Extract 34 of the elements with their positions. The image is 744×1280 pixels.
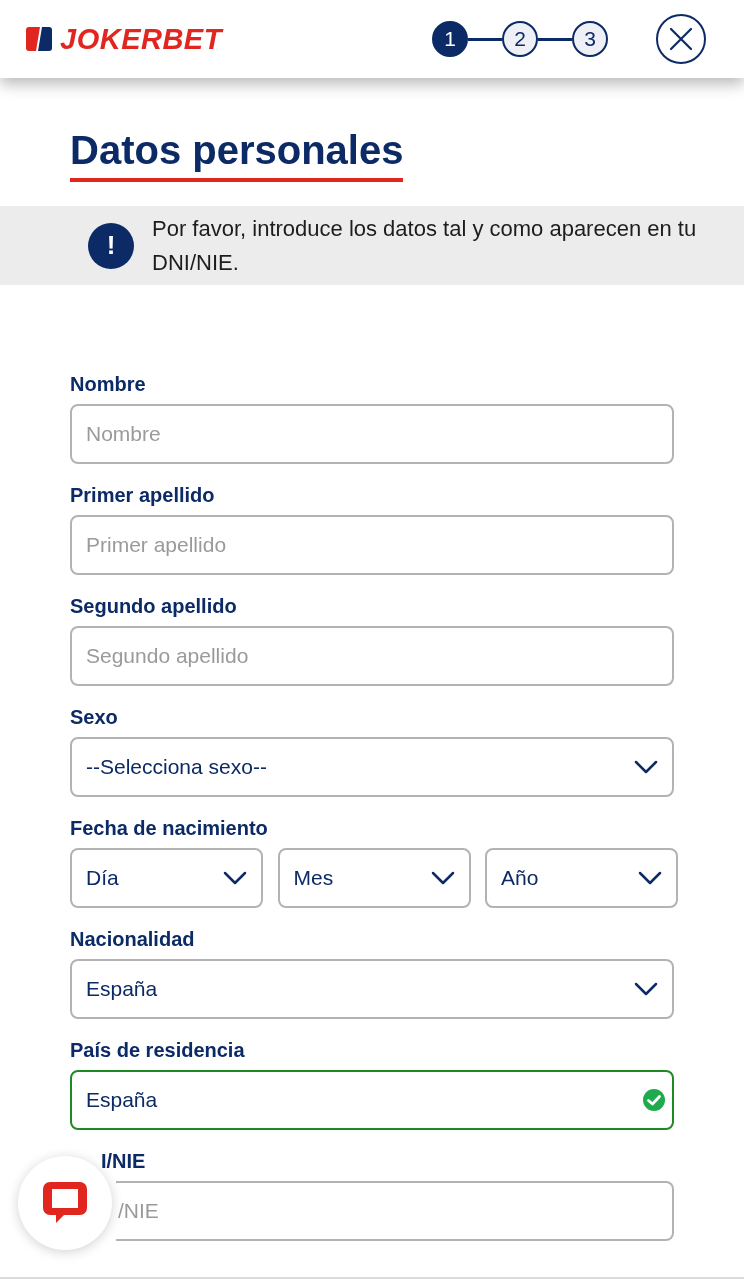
chevron-down-icon <box>634 760 658 774</box>
step-indicator: 1 <box>432 21 468 57</box>
input-field[interactable]: /NIE <box>116 1181 674 1241</box>
step-indicator: 3 <box>572 21 608 57</box>
field-label: Primer apellido <box>70 483 216 508</box>
field-label: Segundo apellido <box>70 594 238 619</box>
step-indicator: 2 <box>502 21 538 57</box>
brand-logo: JOKERBET <box>60 22 222 56</box>
select-dropdown[interactable]: --Selecciona sexo-- <box>70 737 674 797</box>
field-label: I/NIE <box>101 1150 146 1172</box>
select-dropdown[interactable]: Día <box>70 848 263 908</box>
info-text: Por favor, introduce los datos tal y como aparecen en tu DNI/NIE. <box>152 214 698 277</box>
chevron-down-icon <box>634 982 658 996</box>
close-icon <box>669 27 693 51</box>
field-label: Sexo <box>70 705 119 730</box>
field-label: Nombre <box>70 372 147 397</box>
input-field[interactable]: Primer apellido <box>70 515 674 575</box>
chevron-down-icon <box>223 871 247 885</box>
select-dropdown[interactable]: Año <box>485 848 678 908</box>
close-button[interactable] <box>656 14 706 64</box>
text-field[interactable]: España <box>70 1070 674 1130</box>
select-dropdown[interactable]: Mes <box>277 848 471 908</box>
field-label: País de residencia <box>70 1038 246 1063</box>
page-title: Datos personales <box>70 126 404 182</box>
field-label: Nacionalidad <box>70 927 196 952</box>
select-dropdown[interactable]: España <box>70 959 674 1019</box>
input-field[interactable]: Segundo apellido <box>70 626 674 686</box>
check-icon <box>642 1088 666 1112</box>
info-icon: ! <box>88 222 134 269</box>
chevron-down-icon <box>430 871 455 885</box>
chevron-down-icon <box>638 871 662 885</box>
field-label: Fecha de nacimiento <box>70 816 269 841</box>
input-field[interactable]: Nombre <box>70 404 674 464</box>
logo-icon <box>26 27 52 51</box>
